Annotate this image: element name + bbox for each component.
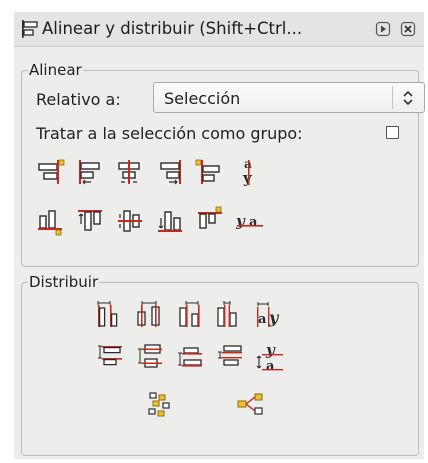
distribute-baselines-horizontally-button[interactable]: a y — [255, 299, 285, 329]
text-baseline-vertical-icon: a y — [242, 157, 253, 187]
align-baseline-horizontal-button[interactable]: y a — [235, 206, 265, 236]
align-left-to-right-edge-button[interactable] — [195, 157, 225, 187]
distribute-centers-vertically-button[interactable] — [135, 342, 165, 372]
align-left-edge-of-anchor-icon — [195, 159, 220, 184]
distribute-vertical-centers-icon — [138, 344, 162, 368]
align-right-edge-of-anchor-icon — [38, 159, 65, 184]
distribute-bottom-edges-icon — [178, 347, 202, 367]
align-dialog-icon — [22, 20, 38, 38]
distribute-right-edges-icon — [179, 301, 200, 327]
equal-vertical-gaps-icon — [218, 345, 242, 366]
updown-chevron-icon — [403, 90, 413, 106]
align-bottom-of-anchor-icon — [38, 210, 62, 236]
svg-text:y: y — [265, 342, 276, 359]
svg-text:y: y — [235, 212, 246, 230]
svg-text:y: y — [268, 308, 280, 327]
text-baseline-horizontal-icon: y a — [235, 212, 263, 230]
select-divider — [392, 86, 393, 109]
randomize-positions-button[interactable] — [145, 389, 175, 419]
distribute-text-vertical-icon: y a — [256, 342, 283, 372]
relative-to-value: Selección — [164, 89, 241, 108]
equal-horizontal-gaps-icon — [217, 301, 237, 327]
graph-layout-button[interactable] — [235, 389, 265, 419]
distribute-left-edges-icon — [97, 301, 118, 327]
connector-network-icon — [237, 393, 263, 415]
align-distribute-panel: Alinear y distribuir (Shift+Ctrl... Alin… — [14, 12, 425, 459]
center-on-horizontal-axis-button[interactable] — [115, 206, 145, 236]
align-bottom-edges-icon — [158, 211, 182, 232]
distribute-text-horizontal-icon: a y — [257, 302, 280, 327]
distribute-left-edges-button[interactable] — [95, 299, 125, 329]
align-section-legend: Alinear — [29, 61, 82, 79]
distribute-top-edges-button[interactable] — [95, 342, 125, 372]
distribute-horizontal-centers-icon — [137, 301, 160, 327]
svg-text:a: a — [249, 215, 258, 230]
center-horizontal-axis-icon — [118, 210, 142, 232]
distribute-section-legend: Distribuir — [29, 273, 99, 291]
align-top-edges-button[interactable] — [75, 206, 105, 236]
align-top-edges-icon — [78, 210, 102, 231]
align-top-of-anchor-icon — [198, 206, 222, 229]
align-right-to-left-edge-button[interactable] — [35, 157, 65, 187]
align-top-to-bottom-edge-button[interactable] — [35, 206, 65, 236]
pin-panel-icon[interactable] — [375, 21, 391, 37]
align-left-edges-button[interactable] — [75, 157, 105, 187]
panel-titlebar: Alinear y distribuir (Shift+Ctrl... — [14, 12, 424, 47]
panel-title: Alinear y distribuir (Shift+Ctrl... — [42, 19, 303, 38]
align-bottom-edges-button[interactable] — [155, 206, 185, 236]
align-bottom-to-top-edge-button[interactable] — [195, 206, 225, 236]
center-vertical-axis-icon — [118, 160, 140, 184]
distribute-right-edges-button[interactable] — [175, 299, 205, 329]
align-right-edges-icon — [160, 160, 181, 185]
align-left-edges-icon — [79, 160, 100, 185]
equalize-horizontal-gaps-button[interactable] — [215, 299, 245, 329]
treat-as-group-checkbox[interactable] — [386, 126, 399, 139]
equalize-vertical-gaps-button[interactable] — [215, 342, 245, 372]
relative-to-label: Relativo a: — [36, 90, 121, 109]
distribute-top-edges-icon — [98, 345, 122, 366]
distribute-bottom-edges-button[interactable] — [175, 342, 205, 372]
relative-to-select[interactable]: Selección — [153, 82, 425, 113]
scatter-randomize-icon — [148, 392, 170, 417]
svg-text:a: a — [258, 312, 267, 327]
svg-text:y: y — [242, 169, 253, 187]
treat-as-group-label: Tratar a la selección como grupo: — [36, 124, 303, 143]
align-right-edges-button[interactable] — [155, 157, 185, 187]
distribute-baselines-vertically-button[interactable]: y a — [255, 342, 285, 372]
close-panel-icon[interactable] — [400, 21, 416, 37]
distribute-centers-horizontally-button[interactable] — [135, 299, 165, 329]
center-on-vertical-axis-button[interactable] — [115, 157, 145, 187]
align-baseline-vertical-button[interactable]: a y — [235, 157, 265, 187]
